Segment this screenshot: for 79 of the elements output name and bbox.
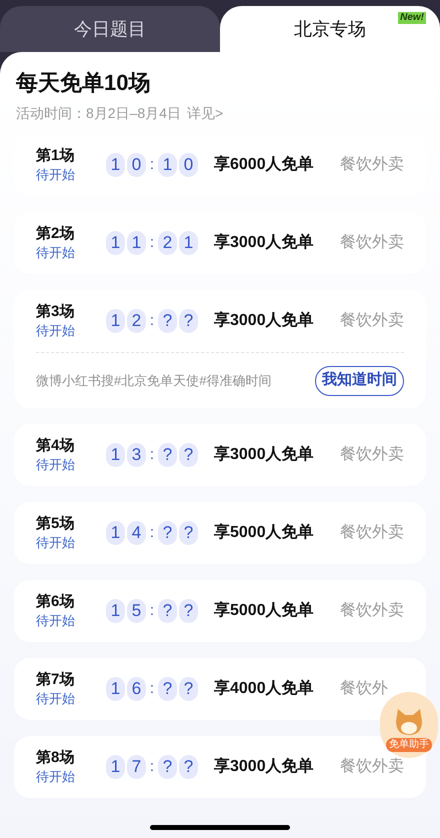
session-status: 待开始 — [36, 612, 76, 630]
new-badge: New! — [398, 12, 426, 24]
hint-text: 微博小红书搜#北京免单天使#得准确时间 — [36, 372, 272, 390]
time-digit: 1 — [158, 153, 177, 177]
time-digit: ? — [179, 309, 198, 333]
time-separator: : — [148, 756, 156, 777]
session-name: 第6场 — [36, 592, 76, 612]
session-status: 待开始 — [36, 244, 76, 262]
session-name: 第7场 — [36, 670, 76, 690]
category-text: 餐饮外卖 — [340, 232, 404, 253]
session-status: 待开始 — [36, 166, 76, 184]
offer-text: 享5000人免单 — [214, 600, 315, 621]
time-digit: ? — [179, 599, 198, 623]
time-digit: ? — [158, 443, 177, 467]
time-digit: ? — [179, 521, 198, 545]
session-status: 待开始 — [36, 768, 76, 786]
category-text: 餐饮外卖 — [340, 756, 404, 777]
offer-text: 享3000人免单 — [214, 310, 315, 331]
time-digit: 1 — [127, 231, 146, 255]
category-text: 餐饮外卖 — [340, 600, 404, 621]
time-digit: 2 — [158, 231, 177, 255]
category-text: 餐饮外卖 — [340, 444, 404, 465]
assistant-label: 免单助手 — [386, 738, 432, 752]
session-status: 待开始 — [36, 690, 76, 708]
session-name: 第8场 — [36, 748, 76, 768]
time-digit: 1 — [106, 599, 125, 623]
offer-text: 享3000人免单 — [214, 444, 315, 465]
session-name: 第4场 — [36, 436, 76, 456]
time-digit: 3 — [127, 443, 146, 467]
session-name: 第3场 — [36, 302, 76, 322]
time-digit: 1 — [106, 231, 125, 255]
category-text: 餐饮外卖 — [340, 522, 404, 543]
time-digit: ? — [158, 599, 177, 623]
time-digit: 1 — [106, 677, 125, 701]
time-separator: : — [148, 310, 156, 331]
time-digit: 1 — [106, 443, 125, 467]
time-digit: ? — [179, 443, 198, 467]
time-digit: 1 — [106, 153, 125, 177]
offer-text: 享4000人免单 — [214, 678, 315, 699]
page-title: 每天免单10场 — [16, 69, 152, 97]
category-text: 餐饮外卖 — [340, 310, 404, 331]
time-digit: 2 — [127, 309, 146, 333]
session-name: 第5场 — [36, 514, 76, 534]
time-separator: : — [148, 522, 156, 543]
time-digit: ? — [158, 521, 177, 545]
time-digit: 1 — [106, 521, 125, 545]
session-name: 第2场 — [36, 224, 76, 244]
time-digit: 1 — [106, 755, 125, 779]
category-text: 餐饮外卖 — [340, 154, 404, 175]
time-digit: 1 — [106, 309, 125, 333]
session-name: 第1场 — [36, 146, 76, 166]
time-digit: 4 — [127, 521, 146, 545]
know-time-button[interactable]: 我知道时间 — [315, 366, 404, 396]
time-separator: : — [148, 232, 156, 253]
time-digit: ? — [158, 309, 177, 333]
offer-text: 享3000人免单 — [214, 756, 315, 777]
session-status: 待开始 — [36, 322, 76, 340]
activity-period: 活动时间：8月2日–8月4日 — [16, 104, 181, 123]
time-digit: 5 — [127, 599, 146, 623]
time-digit: ? — [158, 755, 177, 779]
time-digit: 6 — [127, 677, 146, 701]
time-separator: : — [148, 678, 156, 699]
time-digit: ? — [179, 677, 198, 701]
tab[interactable]: 北京专场 New! — [220, 6, 440, 52]
time-separator: : — [148, 154, 156, 175]
time-digit: 0 — [127, 153, 146, 177]
offer-text: 享6000人免单 — [214, 154, 315, 175]
offer-text: 享5000人免单 — [214, 522, 315, 543]
offer-text: 享3000人免单 — [214, 232, 315, 253]
time-digit: ? — [179, 755, 198, 779]
tab[interactable]: 今日题目 — [0, 6, 220, 52]
time-separator: : — [148, 444, 156, 465]
time-digit: 1 — [179, 231, 198, 255]
session-status: 待开始 — [36, 456, 76, 474]
time-digit: 0 — [179, 153, 198, 177]
time-digit: ? — [158, 677, 177, 701]
time-separator: : — [148, 600, 156, 621]
time-digit: 7 — [127, 755, 146, 779]
session-status: 待开始 — [36, 534, 76, 552]
